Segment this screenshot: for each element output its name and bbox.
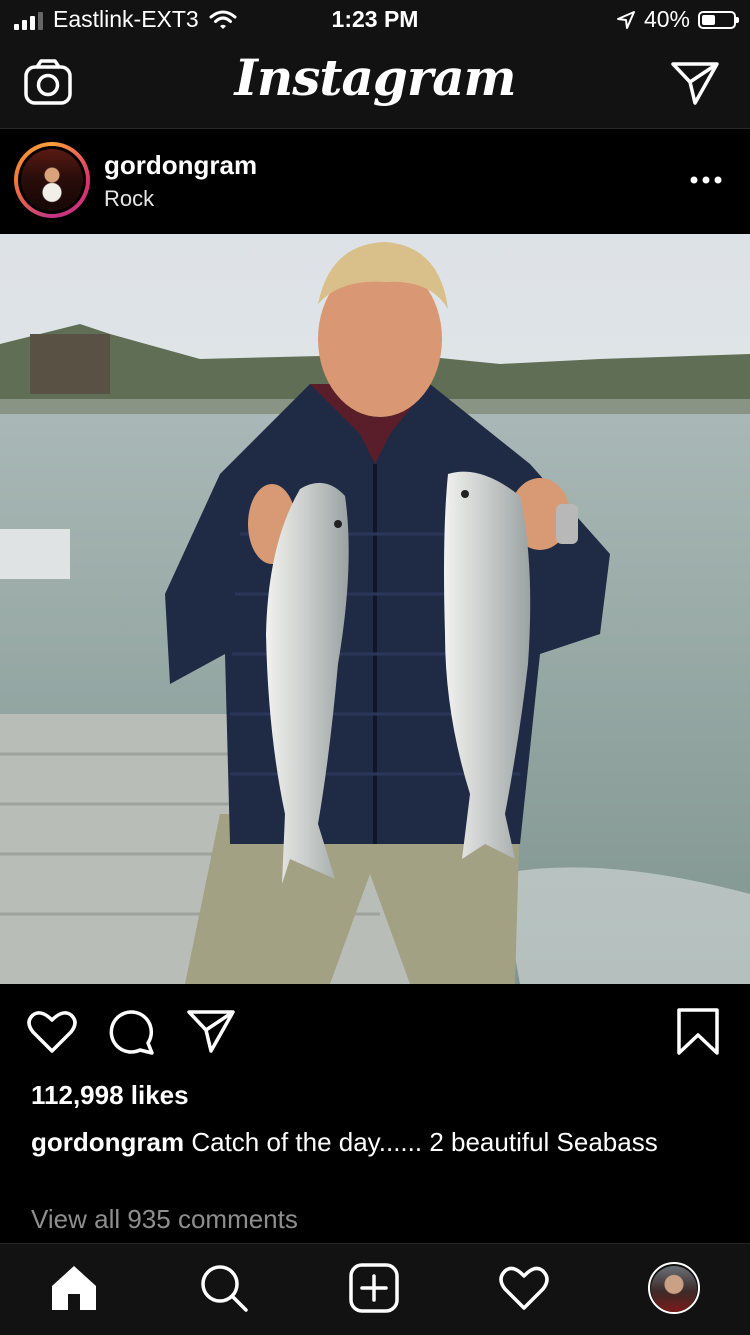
new-post-icon[interactable] xyxy=(348,1262,400,1314)
bookmark-icon[interactable] xyxy=(676,1007,720,1057)
status-right: 40% xyxy=(616,6,739,33)
location-arrow-icon xyxy=(616,10,635,29)
instagram-logo: Instagram xyxy=(234,48,517,107)
share-icon[interactable] xyxy=(186,1008,236,1054)
search-icon[interactable] xyxy=(198,1262,250,1314)
view-comments-link[interactable]: View all 935 comments xyxy=(31,1204,298,1235)
battery-icon xyxy=(698,10,739,29)
post-username[interactable]: gordongram xyxy=(104,150,257,181)
caption-username[interactable]: gordongram xyxy=(31,1127,184,1157)
avatar-image xyxy=(21,149,83,211)
likes-count[interactable]: 112,998 likes xyxy=(31,1080,189,1111)
activity-heart-icon[interactable] xyxy=(498,1262,550,1314)
comment-icon[interactable] xyxy=(108,1009,156,1055)
heart-icon[interactable] xyxy=(27,1010,77,1054)
battery-percent: 40% xyxy=(643,6,690,32)
post-photo[interactable] xyxy=(0,234,750,984)
post-caption: gordongram Catch of the day...... 2 beau… xyxy=(31,1126,721,1158)
post-location[interactable]: Rock xyxy=(104,186,154,212)
profile-avatar[interactable] xyxy=(651,1266,697,1312)
post-author-avatar[interactable] xyxy=(14,142,90,218)
home-icon[interactable] xyxy=(48,1262,100,1314)
more-options-icon[interactable] xyxy=(690,172,722,188)
direct-message-icon[interactable] xyxy=(670,60,720,106)
caption-text: Catch of the day...... 2 beautiful Seaba… xyxy=(191,1127,658,1157)
